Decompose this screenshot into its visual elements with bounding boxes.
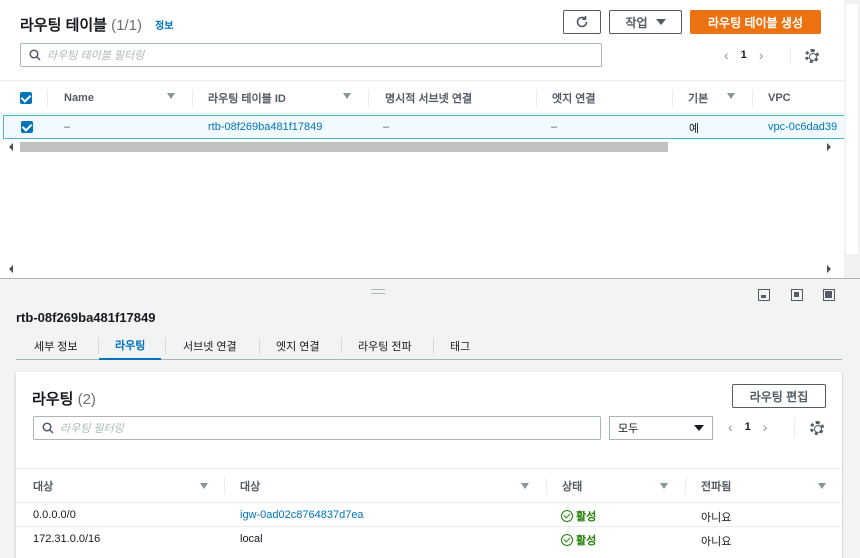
panel-vscrollbar[interactable]	[846, 4, 858, 254]
prev-page-icon[interactable]: ‹	[724, 47, 729, 63]
actions-label: 작업	[625, 15, 648, 30]
tab-tags[interactable]: 태그	[450, 332, 470, 360]
route-target: local	[240, 533, 263, 545]
tab-edge-associations[interactable]: 엣지 연결	[276, 332, 320, 360]
sort-icon[interactable]	[167, 93, 175, 99]
col-status[interactable]: 상태	[562, 469, 582, 503]
settings-gear-icon[interactable]	[805, 49, 819, 63]
col-name[interactable]: Name	[64, 81, 94, 115]
search-placeholder: 라우팅 필터링	[60, 423, 124, 435]
table-row[interactable]: – rtb-08f269ba481f17849 – – 예 vpc-0c6dad…	[3, 115, 857, 139]
row-name: –	[64, 121, 71, 133]
refresh-icon	[576, 16, 588, 28]
detail-tabs: 세부 정보 라우팅 서브넷 연결 엣지 연결 라우팅 전파 태그	[16, 332, 842, 360]
selection-count: (1/1)	[111, 17, 142, 34]
table-row[interactable]: 172.31.0.0/16 local 활성 아니요	[16, 527, 842, 551]
check-circle-icon	[561, 534, 573, 546]
routes-title: 라우팅 (2)	[32, 391, 96, 408]
search-icon	[42, 422, 54, 434]
col-main[interactable]: 기본	[688, 81, 708, 115]
routes-search-input[interactable]: 라우팅 필터링	[33, 416, 601, 440]
route-destination: 0.0.0.0/0	[33, 509, 76, 521]
create-route-table-button[interactable]: 라우팅 테이블 생성	[690, 10, 821, 34]
tab-routes[interactable]: 라우팅	[99, 332, 162, 360]
edit-routes-button[interactable]: 라우팅 편집	[732, 384, 826, 408]
select-value: 모두	[618, 423, 639, 435]
prev-page-icon[interactable]: ‹	[728, 419, 733, 435]
routes-card: 라우팅 (2) 라우팅 편집 라우팅 필터링 모두 ‹ 1 › 대상 대상 상태…	[16, 372, 842, 558]
col-edge-associations[interactable]: 엣지 연결	[552, 81, 596, 115]
layout-bottom-icon[interactable]	[758, 289, 770, 301]
pagination: ‹ 1 ›	[724, 47, 763, 63]
vpc-link[interactable]: vpc-0c6dad39	[768, 121, 837, 133]
layout-full-icon[interactable]	[823, 289, 835, 301]
route-propagated: 아니요	[701, 512, 732, 524]
page-title: 라우팅 테이블 (1/1)	[20, 17, 142, 34]
split-divider[interactable]	[0, 278, 860, 279]
sort-icon[interactable]	[818, 483, 826, 489]
select-all-checkbox[interactable]	[20, 92, 32, 104]
row-checkbox[interactable]	[21, 121, 33, 133]
tab-subnet-associations[interactable]: 서브넷 연결	[183, 332, 237, 360]
drag-handle-icon[interactable]	[371, 293, 385, 294]
col-explicit-subnet[interactable]: 명시적 서브넷 연결	[385, 81, 472, 115]
route-propagated: 아니요	[701, 536, 732, 548]
routes-pagination: ‹ 1 ›	[728, 419, 767, 435]
page-number[interactable]: 1	[745, 421, 751, 433]
sort-icon[interactable]	[727, 93, 735, 99]
search-placeholder: 라우팅 테이블 필터링	[47, 50, 145, 62]
row-explicit-subnet: –	[383, 121, 390, 133]
table-row[interactable]: 0.0.0.0/0 igw-0ad02c8764837d7ea 활성 아니요	[16, 503, 842, 527]
settings-gear-icon[interactable]	[810, 421, 824, 435]
routes-count: (2)	[77, 391, 96, 408]
col-vpc[interactable]: VPC	[768, 81, 791, 115]
check-circle-icon	[561, 510, 573, 522]
route-status: 활성	[561, 508, 596, 524]
sort-icon[interactable]	[660, 483, 668, 489]
col-propagated[interactable]: 전파됨	[701, 469, 731, 503]
table-hscrollbar[interactable]	[6, 140, 838, 154]
scroll-thumb[interactable]	[20, 142, 668, 152]
route-target-link[interactable]: igw-0ad02c8764837d7ea	[240, 509, 364, 521]
actions-button[interactable]: 작업	[609, 10, 682, 34]
route-table-search-input[interactable]: 라우팅 테이블 필터링	[20, 43, 602, 67]
row-main: 예	[689, 123, 700, 135]
caret-down-icon	[655, 19, 666, 25]
col-route-table-id[interactable]: 라우팅 테이블 ID	[208, 81, 286, 115]
refresh-button[interactable]	[563, 10, 601, 34]
detail-title: rtb-08f269ba481f17849	[16, 310, 156, 325]
next-page-icon[interactable]: ›	[759, 47, 764, 63]
table-header: Name 라우팅 테이블 ID 명시적 서브넷 연결 엣지 연결 기본 VPC	[0, 80, 860, 114]
info-link[interactable]: 정보	[155, 17, 173, 32]
sort-icon[interactable]	[343, 93, 351, 99]
caret-down-icon	[694, 425, 704, 431]
route-tables-panel: 라우팅 테이블 (1/1) 정보 작업 라우팅 테이블 생성 라우팅 테이블 필…	[0, 0, 860, 278]
sort-icon[interactable]	[200, 483, 208, 489]
route-destination: 172.31.0.0/16	[33, 533, 101, 545]
routes-filter-select[interactable]: 모두	[609, 416, 713, 440]
tab-route-propagation[interactable]: 라우팅 전파	[358, 332, 412, 360]
route-status: 활성	[561, 532, 596, 548]
drag-handle-icon[interactable]	[371, 289, 385, 290]
row-edge: –	[551, 121, 558, 133]
route-table-id-link[interactable]: rtb-08f269ba481f17849	[208, 121, 322, 133]
tab-details[interactable]: 세부 정보	[34, 332, 78, 360]
panel-hscrollbar[interactable]	[6, 262, 838, 276]
page-number[interactable]: 1	[741, 49, 747, 61]
routes-table-header: 대상 대상 상태 전파됨	[16, 468, 842, 503]
next-page-icon[interactable]: ›	[763, 419, 768, 435]
layout-split-icon[interactable]	[791, 289, 803, 301]
col-destination[interactable]: 대상	[33, 469, 53, 503]
search-icon	[29, 49, 41, 61]
col-target[interactable]: 대상	[240, 469, 260, 503]
sort-icon[interactable]	[521, 483, 529, 489]
